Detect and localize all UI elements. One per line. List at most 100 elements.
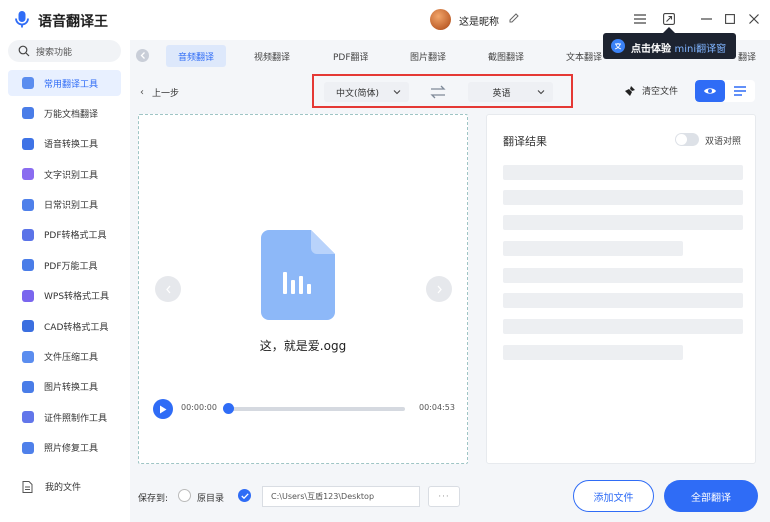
original-dir-label: 原目录 (197, 494, 225, 504)
add-file-button[interactable]: 添加文件 (573, 480, 654, 512)
chevron-left-icon (165, 285, 170, 293)
tab-image-translate[interactable]: 图片翻译 (398, 45, 458, 67)
sidebar-item[interactable]: CAD转格式工具 (8, 313, 121, 339)
play-button[interactable] (153, 399, 173, 419)
mini-window-tooltip-text: 点击体验 mini翻译窗 (631, 40, 726, 55)
current-time: 00:00:00 (181, 403, 217, 412)
maximize-icon[interactable] (722, 11, 738, 27)
audio-player: 00:00:00 00:04:53 (153, 399, 455, 419)
source-language-select[interactable]: 中文(简体) (324, 82, 409, 102)
preview-view-button[interactable] (695, 80, 725, 102)
back-label: 上一步 (152, 89, 180, 99)
audio-file-icon (261, 230, 335, 320)
tooltip-prefix: 点击体验 (631, 44, 671, 55)
sidebar-item-label: 图片转换工具 (44, 383, 99, 394)
app-title: 语音翻译王 (38, 14, 108, 30)
result-placeholder-line (503, 165, 743, 180)
tab-video-translate[interactable]: 视频翻译 (242, 45, 302, 67)
sidebar-item[interactable]: 证件照制作工具 (8, 404, 121, 430)
result-placeholder-line (503, 293, 743, 308)
audio-convert-icon (22, 137, 34, 150)
main-area: 音频翻译 视频翻译 PDF翻译 图片翻译 截图翻译 文本翻译 翻译 ‹ 上一步 … (130, 40, 770, 522)
file-name: 这，就是爱.ogg (259, 339, 347, 353)
play-icon (160, 405, 167, 413)
tabs-scroll-left-icon[interactable] (136, 49, 149, 62)
eye-icon (704, 88, 716, 94)
bilingual-toggle[interactable] (675, 133, 699, 146)
brush-icon (625, 85, 635, 96)
swap-languages-icon[interactable] (429, 84, 447, 100)
sidebar-item-label: PDF转格式工具 (44, 231, 107, 242)
tab-audio-translate[interactable]: 音频翻译 (166, 45, 227, 67)
sidebar-item[interactable]: 语音转换工具 (8, 131, 121, 157)
image-convert-icon (22, 380, 34, 393)
previous-file-button[interactable] (155, 276, 181, 302)
chevron-left-icon: ‹ (140, 87, 144, 98)
file-icon (22, 480, 33, 493)
sidebar-item-label: 照片修复工具 (44, 444, 99, 455)
minimize-icon[interactable] (698, 11, 714, 27)
bottom-bar: 保存到: 原目录 ··· 添加文件 全部翻译 (130, 478, 770, 522)
wps-convert-icon (22, 289, 34, 302)
progress-track[interactable] (229, 407, 405, 411)
translate-icon (22, 77, 34, 89)
pdf-convert-icon (22, 228, 34, 241)
clear-files-button[interactable]: 清空文件 (624, 84, 678, 97)
original-dir-radio[interactable] (178, 489, 191, 502)
language-selector-group: 中文(简体) 英语 (312, 74, 573, 108)
sidebar-item[interactable]: 照片修复工具 (8, 435, 121, 461)
back-button[interactable]: ‹ 上一步 (140, 86, 179, 99)
progress-handle[interactable] (223, 403, 234, 414)
sidebar-item-label: 万能文档翻译 (44, 109, 99, 120)
close-icon[interactable] (746, 11, 762, 27)
sidebar-item-label: 语音转换工具 (44, 140, 99, 151)
menu-icon[interactable] (632, 11, 648, 27)
avatar[interactable] (430, 9, 451, 30)
chevron-right-icon (437, 285, 442, 293)
target-language-select[interactable]: 英语 (468, 82, 553, 102)
search-input[interactable]: 搜索功能 (8, 40, 121, 62)
next-file-button[interactable] (426, 276, 452, 302)
my-files-link[interactable]: 我的文件 (22, 480, 81, 493)
sidebar-item[interactable]: PDF转格式工具 (8, 222, 121, 248)
mini-window-icon[interactable] (661, 11, 677, 27)
tab-screenshot-translate[interactable]: 截图翻译 (476, 45, 536, 67)
sidebar-item-label: 文件压缩工具 (44, 353, 99, 364)
view-toggle (695, 80, 755, 102)
result-title: 翻译结果 (503, 135, 547, 148)
checkmark-icon (240, 492, 249, 499)
tab-pdf-translate[interactable]: PDF翻译 (321, 45, 381, 67)
sidebar-item[interactable]: 文件压缩工具 (8, 344, 121, 370)
sidebar-item[interactable]: 图片转换工具 (8, 374, 121, 400)
sidebar-item[interactable]: 常用翻译工具 (8, 70, 121, 96)
translate-all-button[interactable]: 全部翻译 (664, 480, 758, 512)
sidebar-item-label: WPS转格式工具 (44, 292, 110, 303)
user-nickname[interactable]: 这是昵称 (459, 13, 499, 28)
chevron-down-icon (537, 90, 545, 95)
browse-button[interactable]: ··· (428, 486, 460, 507)
list-view-button[interactable] (725, 80, 755, 102)
mini-window-tooltip[interactable]: 点击体验 mini翻译窗 (603, 27, 736, 59)
edit-icon[interactable] (508, 12, 520, 24)
document-icon (22, 107, 34, 120)
id-photo-icon (22, 411, 34, 424)
target-language-label: 英语 (492, 89, 511, 99)
translation-result-panel: 翻译结果 双语对照 (486, 114, 756, 464)
search-placeholder: 搜索功能 (36, 48, 73, 58)
sidebar-item[interactable]: 万能文档翻译 (8, 100, 121, 126)
save-path-input[interactable] (262, 486, 420, 507)
microphone-logo-icon (15, 11, 29, 28)
scan-icon (22, 198, 34, 211)
clear-files-label: 清空文件 (642, 87, 679, 97)
chevron-down-icon (393, 90, 401, 95)
sidebar-item[interactable]: 文字识别工具 (8, 161, 121, 187)
mini-translate-icon (611, 39, 625, 53)
sidebar-item-label: PDF万能工具 (44, 261, 98, 272)
list-icon (734, 86, 746, 96)
sidebar-item[interactable]: 日常识别工具 (8, 192, 121, 218)
my-files-label: 我的文件 (45, 483, 82, 493)
sidebar-item[interactable]: WPS转格式工具 (8, 283, 121, 309)
sidebar-item[interactable]: PDF万能工具 (8, 252, 121, 278)
custom-dir-radio[interactable] (238, 489, 251, 502)
file-drop-panel[interactable]: 这，就是爱.ogg 00:00:00 00:04:53 (138, 114, 468, 464)
